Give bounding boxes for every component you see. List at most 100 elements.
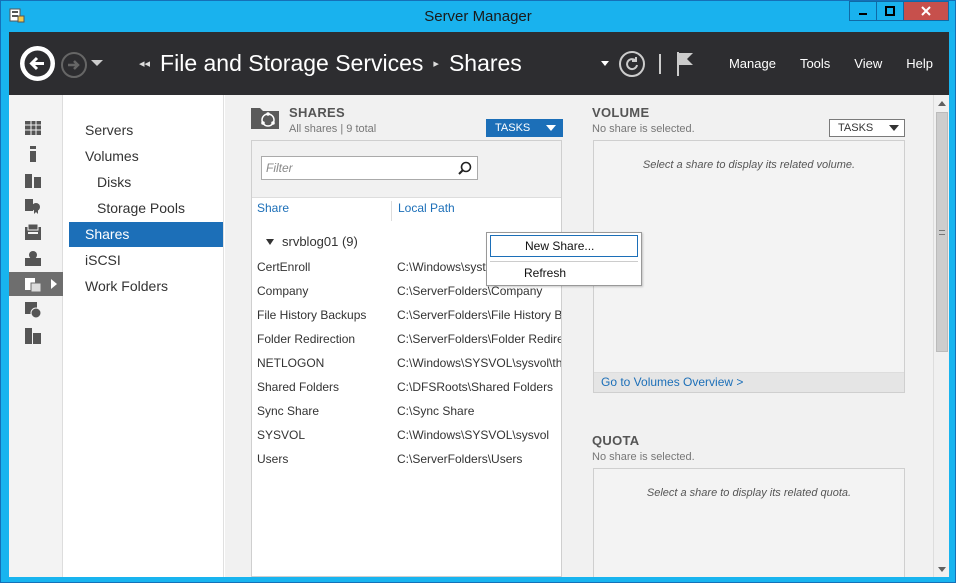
ad-cs-nav[interactable]: [9, 194, 63, 218]
back-button[interactable]: [20, 46, 55, 81]
chevron-down-icon: [889, 125, 900, 131]
iis-nav[interactable]: [9, 298, 63, 322]
directory-services-icon: [25, 224, 41, 240]
back-arrow-icon: [24, 50, 51, 77]
close-button[interactable]: [903, 1, 949, 21]
volume-subtitle: No share is selected.: [592, 123, 695, 135]
collapse-triangle-icon[interactable]: [266, 238, 274, 245]
volume-title: VOLUME: [592, 105, 650, 120]
subnav-storage-pools[interactable]: Storage Pools: [69, 196, 223, 221]
grip-icon: [939, 229, 945, 235]
dashboard-nav[interactable]: [9, 116, 63, 140]
file-storage-nav[interactable]: [9, 272, 63, 296]
search-icon[interactable]: [458, 161, 472, 175]
table-row[interactable]: Users C:\ServerFolders\Users: [252, 447, 561, 471]
ad-ds-nav[interactable]: [9, 220, 63, 244]
subnav-iscsi[interactable]: iSCSI: [69, 248, 223, 273]
volume-message: Select a share to display its related vo…: [642, 159, 856, 171]
breadcrumb-file-storage[interactable]: File and Storage Services: [160, 50, 423, 77]
volume-tasks-button[interactable]: TASKS: [829, 119, 905, 137]
share-name-cell: Folder Redirection: [257, 332, 356, 346]
history-dropdown-icon[interactable]: [91, 60, 103, 66]
wsus-icon: [25, 328, 41, 344]
maximize-icon: [885, 6, 895, 16]
expand-arrow-icon: [51, 279, 57, 289]
local-path-cell: C:\DFSRoots\Shared Folders: [397, 380, 554, 394]
refresh-button[interactable]: [618, 50, 645, 77]
quota-panel: Select a share to display its related qu…: [593, 468, 905, 577]
notifications-flag-icon[interactable]: [675, 51, 695, 77]
scroll-thumb[interactable]: [936, 112, 948, 352]
all-servers-icon: [25, 174, 41, 188]
local-path-cell: C:\ServerFolders\Folder Redirection: [397, 332, 561, 346]
forward-arrow-icon: [68, 60, 80, 70]
filter-bar: Filter: [252, 141, 561, 198]
group-header[interactable]: srvblog01 (9): [266, 234, 358, 249]
scroll-up-button[interactable]: [934, 95, 950, 111]
menu-refresh[interactable]: Refresh: [490, 263, 638, 285]
vertical-scrollbar[interactable]: [933, 95, 949, 577]
table-row[interactable]: Shared Folders C:\DFSRoots\Shared Folders: [252, 375, 561, 399]
subnav-disks[interactable]: Disks: [69, 170, 223, 195]
share-name-cell: CertEnroll: [257, 260, 311, 274]
shares-list-panel: Filter Share Local Path srvblog01 (9) Ce…: [251, 140, 562, 577]
local-server-icon: [30, 146, 36, 162]
table-row[interactable]: SYSVOL C:\Windows\SYSVOL\sysvol: [252, 423, 561, 447]
local-server-nav[interactable]: [9, 142, 63, 166]
volume-tasks-label: TASKS: [838, 122, 874, 134]
breadcrumb: ◂◂ File and Storage Services ▸ Shares: [139, 50, 522, 77]
refresh-icon: [626, 56, 638, 70]
table-row[interactable]: Sync Share C:\Sync Share: [252, 399, 561, 423]
quota-subtitle: No share is selected.: [592, 451, 695, 463]
minimize-button[interactable]: [849, 1, 877, 21]
window-title: Server Manager: [424, 8, 532, 25]
table-row[interactable]: Folder Redirection C:\ServerFolders\Folde…: [252, 327, 561, 351]
table-row[interactable]: File History Backups C:\ServerFolders\Fil…: [252, 303, 561, 327]
all-servers-nav[interactable]: [9, 168, 63, 192]
local-path-cell: C:\ServerFolders\File History Backups: [397, 308, 561, 322]
maximize-button[interactable]: [876, 1, 904, 21]
shares-title: SHARES: [289, 105, 345, 120]
quota-title: QUOTA: [592, 433, 640, 448]
local-path-cell: C:\Sync Share: [397, 404, 475, 418]
sub-navigation: Servers Volumes Disks Storage Pools Shar…: [64, 95, 224, 577]
dhcp-nav[interactable]: [9, 246, 63, 270]
title-bar[interactable]: Server Manager: [1, 1, 955, 32]
group-label: srvblog01 (9): [282, 234, 358, 249]
scroll-down-button[interactable]: [934, 561, 950, 577]
share-name-cell: Users: [257, 452, 289, 466]
menu-view[interactable]: View: [854, 56, 882, 71]
subnav-work-folders[interactable]: Work Folders: [69, 274, 223, 299]
menu-help[interactable]: Help: [906, 56, 933, 71]
shares-tasks-button[interactable]: TASKS: [486, 119, 563, 137]
subnav-volumes[interactable]: Volumes: [69, 144, 223, 169]
share-name-cell: NETLOGON: [257, 356, 325, 370]
local-path-cell: C:\ServerFolders\Users: [397, 452, 523, 466]
share-name-cell: SYSVOL: [257, 428, 306, 442]
header-divider: [658, 53, 661, 74]
column-share[interactable]: Share: [257, 201, 289, 221]
column-local-path[interactable]: Local Path: [391, 201, 455, 221]
app-header: ◂◂ File and Storage Services ▸ Shares Ma…: [9, 32, 949, 95]
local-path-cell: C:\ServerFolders\Company: [397, 284, 543, 298]
main-body: Servers Volumes Disks Storage Pools Shar…: [9, 95, 949, 577]
subnav-servers[interactable]: Servers: [69, 118, 223, 143]
refresh-dropdown-icon[interactable]: [600, 61, 609, 66]
iis-icon: [25, 302, 41, 318]
close-icon: [921, 6, 931, 16]
filter-input[interactable]: Filter: [261, 156, 478, 180]
certificate-services-icon: [25, 199, 40, 214]
shares-folder-icon: [251, 108, 279, 129]
menu-manage[interactable]: Manage: [729, 56, 776, 71]
breadcrumb-overflow-icon[interactable]: ◂◂: [139, 57, 150, 70]
wsus-nav[interactable]: [9, 324, 63, 348]
menu-new-share[interactable]: New Share...: [490, 235, 638, 257]
menu-tools[interactable]: Tools: [800, 56, 830, 71]
local-path-cell: C:\Windows\SYSVOL\sysvol: [397, 428, 550, 442]
menu-separator: [490, 261, 638, 262]
table-row[interactable]: NETLOGON C:\Windows\SYSVOL\sysvol\the: [252, 351, 561, 375]
quota-message: Select a share to display its related qu…: [646, 487, 852, 499]
forward-button[interactable]: [61, 52, 87, 78]
volumes-overview-link[interactable]: Go to Volumes Overview >: [594, 372, 904, 392]
subnav-shares[interactable]: Shares: [69, 222, 223, 247]
